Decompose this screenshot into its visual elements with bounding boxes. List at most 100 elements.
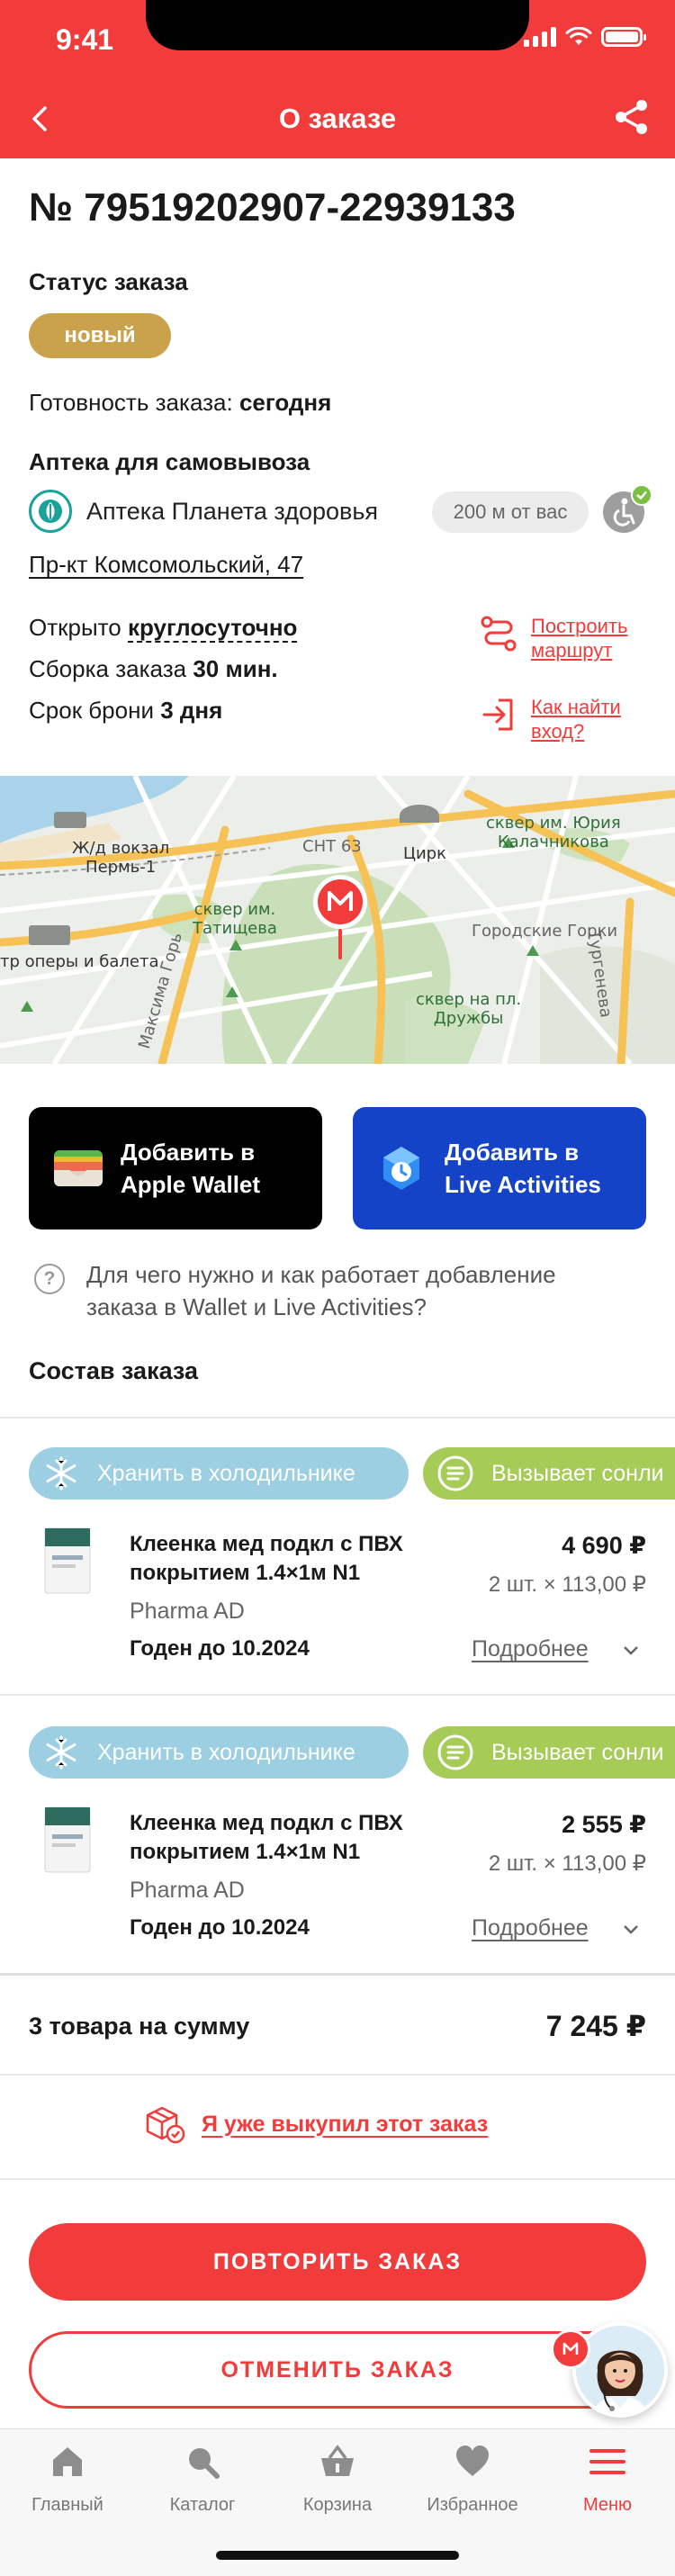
map-pin-icon[interactable] bbox=[311, 873, 369, 963]
tab-label: Главный bbox=[32, 2495, 104, 2515]
product-expiry: Годен до 10.2024 bbox=[130, 1915, 310, 1940]
live-activities-line1: Добавить в bbox=[445, 1139, 580, 1166]
assistant-brand-icon bbox=[551, 2329, 590, 2369]
chip-store-cold: Хранить в холодильнике bbox=[29, 1447, 409, 1500]
apple-wallet-line1: Добавить в bbox=[121, 1139, 256, 1166]
route-icon bbox=[481, 616, 517, 652]
home-icon bbox=[53, 2447, 82, 2476]
apple-wallet-line2: Apple Wallet bbox=[121, 1171, 261, 1198]
apple-wallet-button[interactable]: Добавить в Apple Wallet bbox=[29, 1107, 322, 1229]
map-label-theatre: тр оперы и балета bbox=[0, 952, 159, 971]
map-label-square-tatishcheva: сквер им. Татищева bbox=[193, 900, 277, 938]
pharmacy-logo-icon bbox=[29, 490, 72, 533]
summary-label: 3 товара на сумму bbox=[29, 2013, 250, 2040]
tab-label: Корзина bbox=[302, 2495, 373, 2515]
build-route-link[interactable]: Построить маршрут bbox=[479, 614, 657, 662]
order-status-label: Статус заказа bbox=[29, 268, 188, 295]
product-image[interactable] bbox=[41, 1804, 94, 1876]
find-entrance-link[interactable]: Как найти вход? bbox=[479, 695, 657, 743]
tab-label: Каталог bbox=[169, 2495, 236, 2515]
open-hours-line: Открыто круглосуточно bbox=[29, 614, 298, 643]
live-activities-line2: Live Activities bbox=[445, 1171, 601, 1198]
chip-drowsiness: Вызывает сонли bbox=[423, 1726, 675, 1779]
tab-cart[interactable]: Корзина bbox=[270, 2442, 405, 2516]
divider bbox=[0, 1694, 675, 1696]
product-name[interactable]: Клеенка мед подкл с ПВХ покрытием 1.4×1м… bbox=[130, 1809, 454, 1867]
check-icon bbox=[631, 484, 652, 506]
chip-store-cold-label: Хранить в холодильнике bbox=[97, 1739, 356, 1765]
reserve-line: Срок брони 3 дня bbox=[29, 697, 222, 725]
readiness-line: Готовность заказа: сегодня bbox=[29, 389, 331, 417]
live-activities-button[interactable]: Добавить в Live Activities bbox=[353, 1107, 646, 1229]
entrance-link-line1: Как найти bbox=[531, 696, 621, 718]
heart-icon bbox=[456, 2445, 489, 2476]
pharmacy-map[interactable]: Ж/д вокзал Пермь-1 СНТ 63 Цирк сквер им. … bbox=[0, 776, 675, 1064]
reserve-value: 3 дня bbox=[160, 697, 223, 724]
entrance-icon bbox=[482, 698, 513, 731]
product-maker: Pharma AD bbox=[130, 1878, 245, 1903]
more-details-link[interactable]: Подробнее bbox=[472, 1915, 589, 1941]
repeat-order-button[interactable]: ПОВТОРИТЬ ЗАКАЗ bbox=[29, 2223, 646, 2301]
reserve-label: Срок брони bbox=[29, 697, 154, 724]
already-redeemed-link[interactable]: Я уже выкупил этот заказ bbox=[144, 2104, 488, 2144]
snowflake-icon bbox=[41, 1733, 81, 1772]
product-name[interactable]: Клеенка мед подкл с ПВХ покрытием 1.4×1м… bbox=[130, 1530, 454, 1588]
help-icon[interactable]: ? bbox=[34, 1264, 65, 1294]
page-title: О заказе bbox=[278, 103, 397, 134]
tab-label: Меню bbox=[582, 2495, 633, 2515]
composition-title: Состав заказа bbox=[29, 1357, 199, 1384]
assembly-label: Сборка заказа bbox=[29, 655, 187, 682]
route-link-line1: Построить bbox=[531, 615, 628, 637]
box-check-icon bbox=[146, 2106, 185, 2144]
status-badge: новый bbox=[29, 313, 171, 358]
readiness-value: сегодня bbox=[238, 389, 332, 416]
divider bbox=[0, 1973, 675, 1976]
basket-icon bbox=[321, 2445, 354, 2476]
readiness-label: Готовность заказа: bbox=[29, 389, 233, 416]
signal-icon bbox=[524, 27, 556, 47]
entrance-link-line2: вход? bbox=[531, 720, 585, 743]
product-price: 2 555 ₽ bbox=[562, 1811, 646, 1838]
map-label-snt: СНТ 63 bbox=[302, 837, 362, 856]
pickup-label: Аптека для самовывоза bbox=[29, 448, 310, 475]
tab-catalog[interactable]: Каталог bbox=[135, 2442, 270, 2516]
product-maker: Pharma AD bbox=[130, 1599, 245, 1624]
assistant-avatar[interactable] bbox=[572, 2322, 668, 2418]
chip-drowsiness-label: Вызывает сонли bbox=[491, 1739, 664, 1765]
product-quantity: 2 шт. × 113,00 ₽ bbox=[488, 1851, 646, 1876]
route-link-line2: маршрут bbox=[531, 639, 613, 662]
battery-icon bbox=[601, 27, 646, 47]
open-label: Открыто bbox=[29, 614, 122, 641]
product-price: 4 690 ₽ bbox=[562, 1532, 646, 1559]
order-number: № 79519202907-22939133 bbox=[29, 185, 516, 230]
product-image[interactable] bbox=[41, 1525, 94, 1597]
menu-icon bbox=[590, 2449, 626, 2474]
more-details-link[interactable]: Подробнее bbox=[472, 1636, 589, 1662]
live-activities-icon bbox=[383, 1147, 419, 1190]
divider bbox=[0, 2178, 675, 2180]
tab-home[interactable]: Главный bbox=[0, 2442, 135, 2516]
tab-favorites[interactable]: Избранное bbox=[405, 2442, 540, 2516]
open-hours-value[interactable]: круглосуточно bbox=[127, 614, 298, 643]
share-button[interactable] bbox=[612, 97, 652, 137]
summary-total: 7 245 ₽ bbox=[545, 2010, 646, 2042]
chevron-down-icon[interactable] bbox=[621, 1919, 641, 1939]
map-label-square-druzhby: сквер на пл. Дружбы bbox=[416, 990, 522, 1028]
map-label-station: Ж/д вокзал Пермь-1 bbox=[72, 839, 170, 877]
chevron-down-icon[interactable] bbox=[621, 1640, 641, 1660]
search-icon bbox=[189, 2448, 220, 2479]
assembly-line: Сборка заказа 30 мин. bbox=[29, 655, 278, 683]
chip-drowsiness: Вызывает сонли bbox=[423, 1447, 675, 1500]
divider bbox=[0, 2074, 675, 2076]
chip-store-cold: Хранить в холодильнике bbox=[29, 1726, 409, 1779]
home-indicator bbox=[216, 2551, 459, 2560]
chip-drowsiness-label: Вызывает сонли bbox=[491, 1460, 664, 1486]
divider bbox=[0, 1417, 675, 1419]
app-header: 9:41 О заказе bbox=[0, 0, 675, 158]
wallet-help-text[interactable]: Для чего нужно и как работает добавление… bbox=[86, 1258, 626, 1323]
list-icon bbox=[436, 1733, 475, 1772]
pharmacy-address-link[interactable]: Пр-кт Комсомольский, 47 bbox=[29, 551, 303, 579]
pharmacy-name: Аптека Планета здоровья bbox=[86, 497, 379, 525]
wifi-icon bbox=[565, 27, 592, 45]
tab-menu[interactable]: Меню bbox=[540, 2442, 675, 2516]
